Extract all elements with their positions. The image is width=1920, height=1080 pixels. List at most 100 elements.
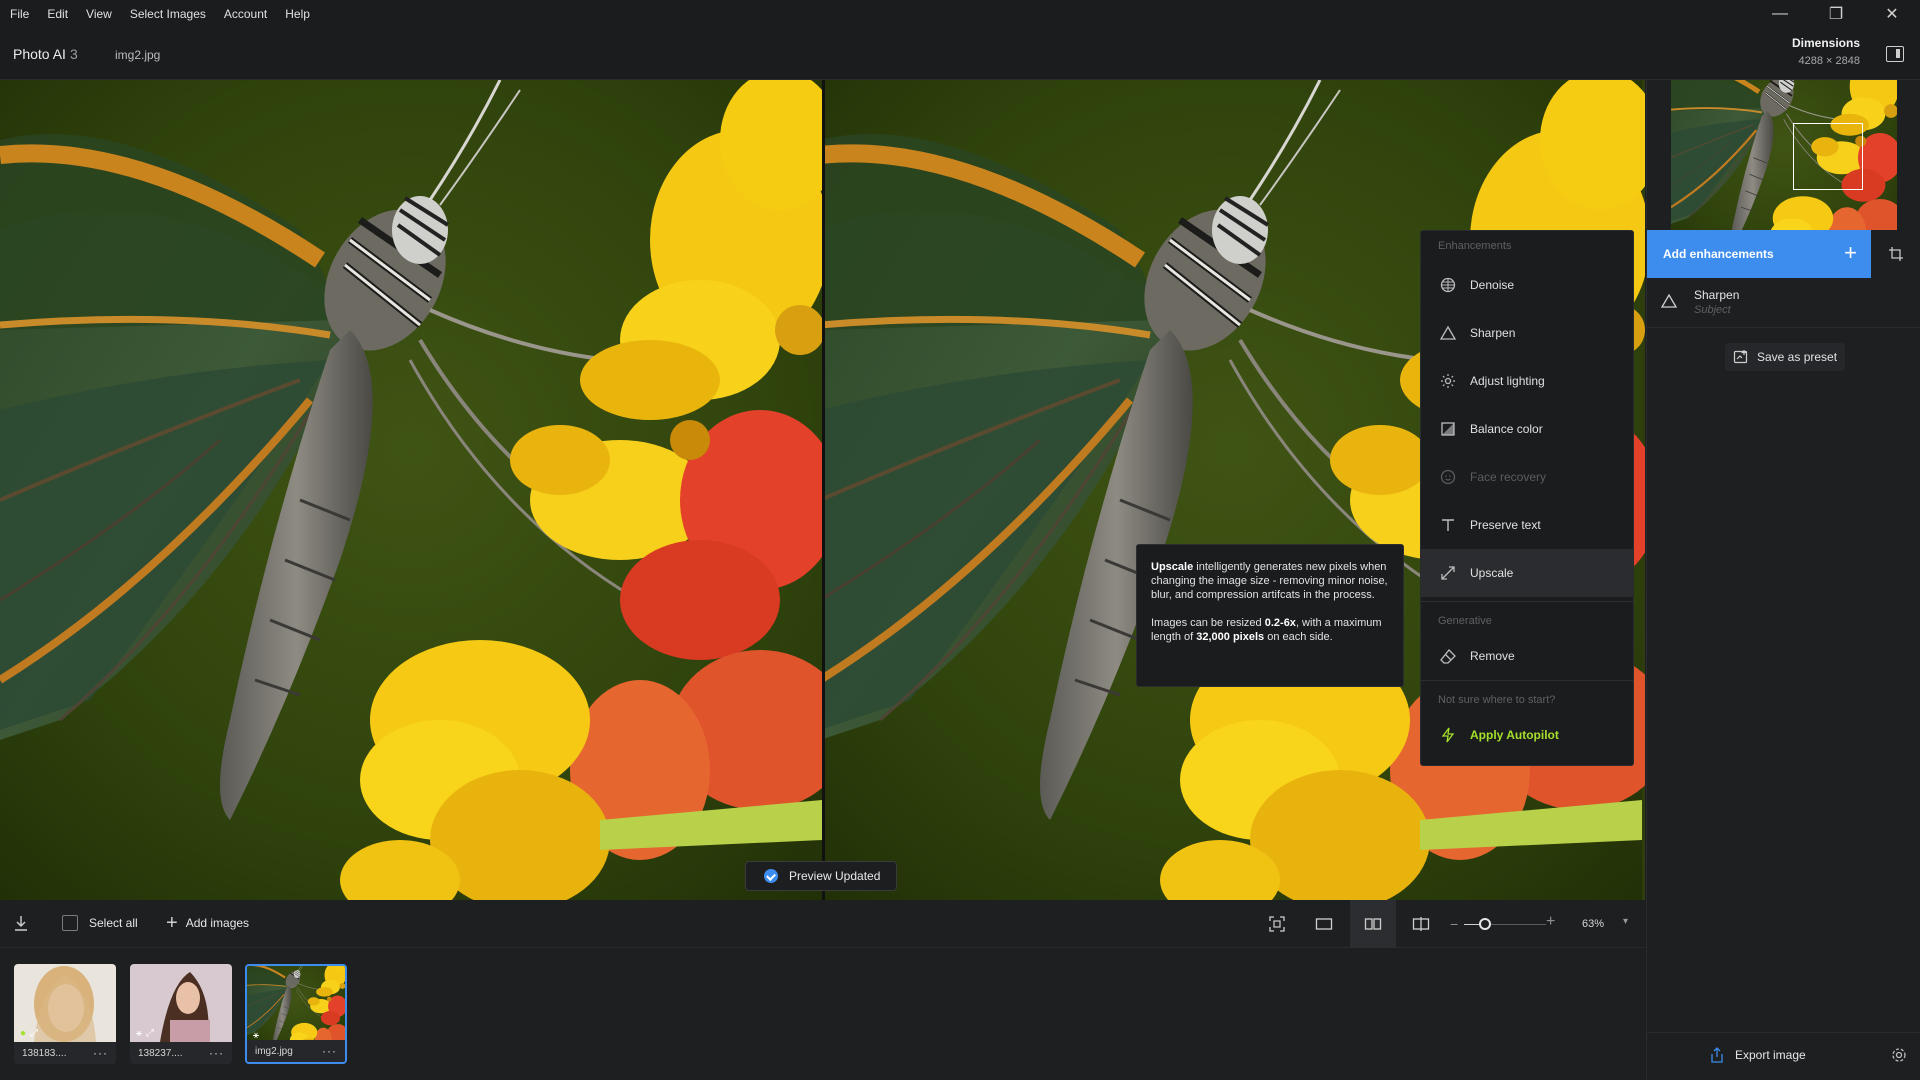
tooltip-line-2e: on each side. — [1264, 631, 1333, 643]
select-all-checkbox[interactable] — [62, 915, 78, 931]
preview-updated-toast: Preview Updated — [745, 861, 897, 891]
text-icon — [1439, 516, 1457, 534]
close-button[interactable]: ✕ — [1864, 0, 1920, 28]
more-options-icon[interactable]: ··· — [209, 1046, 224, 1060]
menu-help[interactable]: Help — [276, 0, 319, 28]
menu-item-label: Face recovery — [1470, 470, 1547, 484]
add-enhancements-label: Add enhancements — [1663, 247, 1774, 261]
side-by-side-view-button[interactable] — [1350, 900, 1396, 948]
navigator-thumbnail[interactable] — [1671, 80, 1897, 230]
zoom-out-icon[interactable]: − — [1450, 916, 1458, 932]
more-options-icon[interactable]: ··· — [93, 1046, 108, 1060]
menu-file[interactable]: File — [0, 0, 38, 28]
face-icon — [1439, 468, 1457, 486]
crop-button[interactable] — [1871, 230, 1920, 278]
menu-item-upscale[interactable]: Upscale — [1421, 549, 1633, 597]
enhancements-menu: Enhancements Denoise Sharpen Adjust ligh… — [1420, 230, 1634, 766]
thumbnail-badges: ⚹ ⤢ — [136, 1028, 154, 1039]
more-options-icon[interactable]: ··· — [322, 1044, 337, 1058]
menu-item-label: Upscale — [1470, 566, 1514, 580]
thumbnail-image — [247, 966, 345, 1044]
single-view-button[interactable] — [1301, 900, 1347, 948]
zoom-value[interactable]: 63% — [1582, 918, 1604, 930]
export-settings-button[interactable] — [1891, 1047, 1907, 1063]
sun-icon — [1439, 372, 1457, 390]
menu-item-label: Preserve text — [1470, 518, 1541, 532]
menu-item-label: Sharpen — [1470, 326, 1516, 340]
arrow-down-bar-icon — [15, 916, 27, 931]
tooltip-title: Upscale — [1151, 561, 1194, 573]
applied-enhancement-mode: Subject — [1694, 304, 1731, 316]
tooltip-paragraph-1: Upscale intelligently generates new pixe… — [1151, 560, 1389, 602]
apply-autopilot-button[interactable]: Apply Autopilot — [1421, 715, 1633, 755]
app-version: 3 — [69, 46, 78, 62]
side-by-side-icon — [1364, 918, 1382, 930]
menu-item-face-recovery: Face recovery — [1421, 453, 1633, 501]
chevron-down-icon[interactable]: ▾ — [1623, 916, 1628, 927]
filmstrip-item[interactable]: ● ⤢ 138183.... ··· — [14, 964, 116, 1064]
restore-button[interactable]: ❐ — [1808, 0, 1864, 28]
upscale-tooltip: Upscale intelligently generates new pixe… — [1136, 544, 1404, 687]
select-all-toggle[interactable]: Select all — [62, 915, 138, 931]
status-dot-icon: ● — [20, 1028, 27, 1039]
menu-item-label: Remove — [1470, 649, 1515, 663]
minimize-button[interactable]: — — [1752, 0, 1808, 28]
file-name: img2.jpg — [115, 48, 161, 62]
add-enhancements-button[interactable]: Add enhancements + — [1647, 230, 1871, 278]
panel-toggle-icon[interactable] — [1886, 46, 1904, 62]
menu-edit[interactable]: Edit — [38, 0, 77, 28]
navigator-image — [1671, 80, 1897, 230]
filmstrip: ● ⤢ 138183.... ··· ⚹ ⤢ 138237.... ··· ⚹ … — [0, 948, 1645, 1080]
navigator-viewport[interactable] — [1793, 123, 1863, 190]
app-name: Photo AI — [13, 46, 66, 62]
menu-item-sharpen[interactable]: Sharpen — [1421, 309, 1633, 357]
triangle-icon — [1439, 324, 1457, 342]
triangle-icon — [1660, 293, 1678, 312]
autopilot-label: Apply Autopilot — [1470, 728, 1559, 742]
before-pane[interactable] — [0, 80, 822, 900]
dimensions-info: Dimensions 4288 × 2848 — [1792, 36, 1860, 67]
gear-icon — [1892, 1048, 1906, 1062]
menu-item-preserve-text[interactable]: Preserve text — [1421, 501, 1633, 549]
menu-item-remove[interactable]: Remove — [1421, 636, 1633, 676]
denoise-badge-icon: ⚹ — [136, 1028, 142, 1039]
add-images-button[interactable]: + Add images — [166, 912, 249, 934]
balance-icon — [1439, 420, 1457, 438]
dimensions-value: 4288 × 2848 — [1798, 55, 1860, 67]
zoom-knob[interactable] — [1478, 918, 1491, 930]
image-canvas[interactable]: Preview Updated — [0, 80, 1645, 900]
fit-view-button[interactable] — [1254, 900, 1300, 948]
plus-icon: + — [166, 912, 178, 934]
split-view-button[interactable] — [1398, 900, 1444, 948]
menu-item-label: Adjust lighting — [1470, 374, 1545, 388]
menu-view[interactable]: View — [77, 0, 121, 28]
menu-item-adjust-lighting[interactable]: Adjust lighting — [1421, 357, 1633, 405]
upscale-badge-icon: ⤢ — [30, 1028, 39, 1039]
menu-separator — [1421, 680, 1633, 681]
menu-bar: File Edit View Select Images Account Hel… — [0, 0, 1920, 28]
collapse-filmstrip-button[interactable] — [12, 914, 30, 932]
thumbnail-badges: ● ⤢ — [20, 1028, 38, 1039]
export-image-button[interactable]: Export image — [1709, 1047, 1806, 1063]
menu-account[interactable]: Account — [215, 0, 276, 28]
filmstrip-item[interactable]: ⚹ ⤢ 138237.... ··· — [130, 964, 232, 1064]
crop-icon — [1889, 247, 1903, 261]
menu-item-denoise[interactable]: Denoise — [1421, 261, 1633, 309]
zoom-in-icon[interactable]: + — [1546, 913, 1555, 931]
filmstrip-item-selected[interactable]: ⚹ img2.jpg ··· — [245, 964, 347, 1064]
lightning-icon — [1439, 726, 1457, 744]
upscale-icon — [1439, 564, 1457, 582]
save-as-preset-button[interactable]: Save as preset — [1725, 343, 1845, 371]
toast-text: Preview Updated — [789, 869, 881, 883]
applied-enhancement-name: Sharpen — [1694, 288, 1740, 302]
save-preset-label: Save as preset — [1757, 350, 1838, 364]
upscale-badge-icon: ⤢ — [146, 1028, 154, 1039]
menu-item-balance-color[interactable]: Balance color — [1421, 405, 1633, 453]
focus-frame-icon — [1269, 916, 1285, 932]
before-image — [0, 80, 822, 900]
applied-enhancement-sharpen[interactable]: Sharpen Subject — [1647, 278, 1920, 328]
export-icon — [1709, 1047, 1725, 1063]
menu-select-images[interactable]: Select Images — [121, 0, 215, 28]
section-enhancements: Enhancements — [1438, 240, 1512, 252]
section-autopilot: Not sure where to start? — [1438, 694, 1556, 706]
